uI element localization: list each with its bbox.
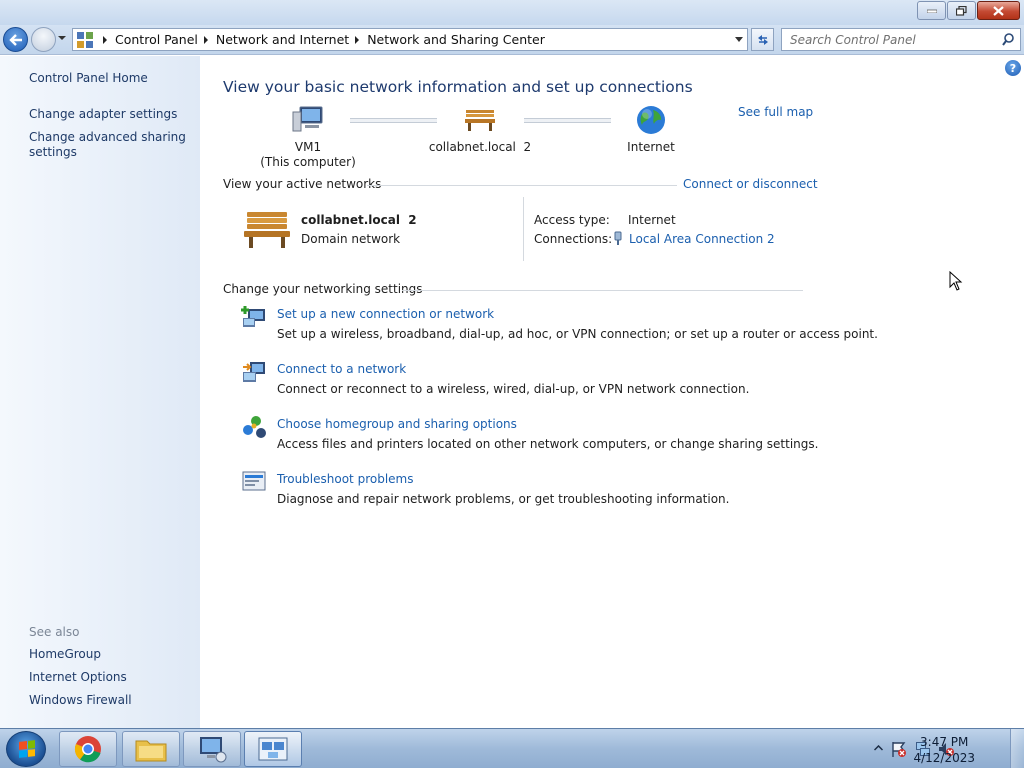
section-divider — [402, 290, 803, 291]
computer-subtitle: (This computer) — [260, 155, 356, 169]
window-title-bar — [0, 0, 1024, 25]
chrome-icon — [74, 736, 101, 763]
navigation-bar: Control Panel Network and Internet Netwo… — [0, 25, 1024, 55]
windows-firewall-link[interactable]: Windows Firewall — [29, 693, 132, 708]
internet-label: Internet — [627, 140, 675, 154]
connect-to-network-link[interactable]: Connect to a network — [277, 362, 406, 376]
restore-icon — [956, 5, 967, 16]
forward-button[interactable] — [31, 27, 56, 52]
internet-options-link[interactable]: Internet Options — [29, 670, 127, 685]
minimize-button[interactable] — [917, 1, 946, 20]
connect-to-network-icon[interactable] — [241, 359, 267, 385]
map-node-internet[interactable]: Internet — [611, 104, 691, 155]
taskbar-windows-explorer[interactable] — [122, 731, 180, 767]
active-network-type: Domain network — [301, 232, 401, 246]
minimize-icon — [926, 9, 937, 13]
refresh-button[interactable] — [751, 28, 774, 51]
map-node-network[interactable]: collabnet.local 2 — [422, 104, 538, 155]
homegroup-link[interactable]: HomeGroup — [29, 647, 101, 662]
search-input[interactable] — [782, 29, 992, 50]
setup-new-connection-description: Set up a wireless, broadband, dial-up, a… — [277, 327, 878, 341]
clock-time: 3:47 PM — [920, 735, 969, 749]
breadcrumb-separator[interactable] — [203, 35, 208, 44]
vertical-divider — [523, 197, 524, 261]
ethernet-plug-icon — [614, 231, 622, 245]
section-divider — [367, 185, 677, 186]
action-center-flag-icon[interactable] — [890, 740, 908, 758]
main-content: ? View your basic network information an… — [200, 56, 1024, 728]
homegroup-icon[interactable] — [241, 414, 267, 440]
taskbar-network-sharing-center[interactable] — [244, 731, 302, 767]
map-network-name: collabnet.local 2 — [428, 140, 532, 154]
show-hidden-icons-icon[interactable] — [874, 745, 883, 751]
mouse-cursor-icon — [949, 271, 963, 291]
address-history-dropdown[interactable] — [735, 37, 743, 42]
see-full-map-link[interactable]: See full map — [738, 105, 813, 119]
remote-desktop-icon — [200, 737, 227, 763]
windows-logo-icon — [19, 740, 35, 758]
bench-network-icon[interactable] — [242, 206, 292, 250]
change-advanced-sharing-settings-link[interactable]: Change advanced sharing settings — [29, 130, 186, 160]
computer-name: VM1 — [294, 140, 322, 154]
access-type-value: Internet — [628, 213, 676, 227]
networking-settings-heading: Change your networking settings — [223, 282, 423, 296]
troubleshoot-problems-link[interactable]: Troubleshoot problems — [277, 472, 413, 486]
back-arrow-icon — [8, 33, 22, 46]
active-networks-heading: View your active networks — [223, 177, 382, 191]
connect-or-disconnect-link[interactable]: Connect or disconnect — [683, 177, 818, 191]
breadcrumb-network-and-internet[interactable]: Network and Internet — [216, 32, 349, 47]
see-also-label: See also — [29, 625, 80, 639]
system-clock[interactable]: 3:47 PM 4/12/2023 — [913, 734, 975, 766]
globe-icon — [637, 106, 665, 134]
bench-network-icon — [465, 110, 495, 131]
network-center-icon — [258, 737, 288, 761]
close-button[interactable] — [977, 1, 1020, 20]
homegroup-sharing-options-link[interactable]: Choose homegroup and sharing options — [277, 417, 517, 431]
clock-date: 4/12/2023 — [913, 751, 975, 765]
search-icon[interactable] — [1002, 33, 1014, 46]
help-icon[interactable]: ? — [1005, 60, 1021, 76]
control-panel-icon — [77, 31, 93, 48]
address-bar[interactable]: Control Panel Network and Internet Netwo… — [72, 28, 748, 51]
search-box[interactable] — [781, 28, 1021, 51]
notification-area: 3:47 PM 4/12/2023 — [834, 729, 1024, 768]
folder-icon — [135, 740, 167, 762]
refresh-icon — [757, 34, 768, 45]
breadcrumb-separator[interactable] — [355, 35, 360, 44]
close-icon — [993, 5, 1004, 16]
show-desktop-button[interactable] — [1010, 729, 1024, 768]
setup-new-connection-link[interactable]: Set up a new connection or network — [277, 307, 494, 321]
active-network-name: collabnet.local 2 — [301, 213, 417, 227]
connections-label: Connections: — [534, 232, 613, 246]
local-area-connection-link[interactable]: Local Area Connection 2 — [629, 232, 775, 246]
left-navigation-pane: Control Panel Home Change adapter settin… — [0, 56, 200, 728]
map-connector-line — [524, 118, 611, 123]
computer-icon — [292, 106, 323, 132]
troubleshoot-icon[interactable] — [241, 469, 267, 495]
breadcrumb-network-and-sharing-center[interactable]: Network and Sharing Center — [367, 32, 545, 47]
control-panel-home-link[interactable]: Control Panel Home — [29, 71, 148, 86]
restore-button[interactable] — [947, 1, 976, 20]
breadcrumb-separator[interactable] — [103, 35, 107, 44]
homegroup-sharing-options-description: Access files and printers located on oth… — [277, 437, 819, 451]
taskbar: 3:47 PM 4/12/2023 — [0, 728, 1024, 768]
access-type-label: Access type: — [534, 213, 610, 227]
new-connection-icon[interactable] — [241, 304, 267, 330]
start-button[interactable] — [6, 731, 46, 767]
connect-to-network-description: Connect or reconnect to a wireless, wire… — [277, 382, 750, 396]
troubleshoot-problems-description: Diagnose and repair network problems, or… — [277, 492, 730, 506]
breadcrumb-control-panel[interactable]: Control Panel — [115, 32, 198, 47]
map-node-this-computer[interactable]: VM1 (This computer) — [258, 104, 358, 170]
taskbar-remote-desktop[interactable] — [183, 731, 241, 767]
page-title: View your basic network information and … — [223, 78, 693, 96]
taskbar-chrome[interactable] — [59, 731, 117, 767]
back-button[interactable] — [3, 27, 28, 52]
recent-pages-dropdown[interactable] — [58, 36, 66, 40]
change-adapter-settings-link[interactable]: Change adapter settings — [29, 107, 177, 122]
